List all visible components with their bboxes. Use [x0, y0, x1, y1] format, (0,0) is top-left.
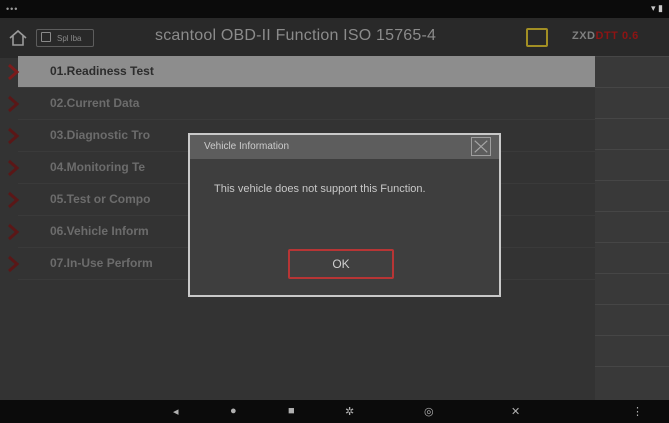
dialog-message: This vehicle does not support this Funct… [214, 183, 426, 195]
modal-overlay: Vehicle Information This vehicle does no… [0, 0, 669, 423]
vehicle-info-dialog: Vehicle Information This vehicle does no… [188, 133, 501, 297]
close-icon[interactable] [471, 137, 491, 156]
ok-button[interactable]: OK [288, 249, 394, 279]
dialog-title: Vehicle Information [204, 141, 290, 152]
dialog-header: Vehicle Information [190, 135, 499, 159]
